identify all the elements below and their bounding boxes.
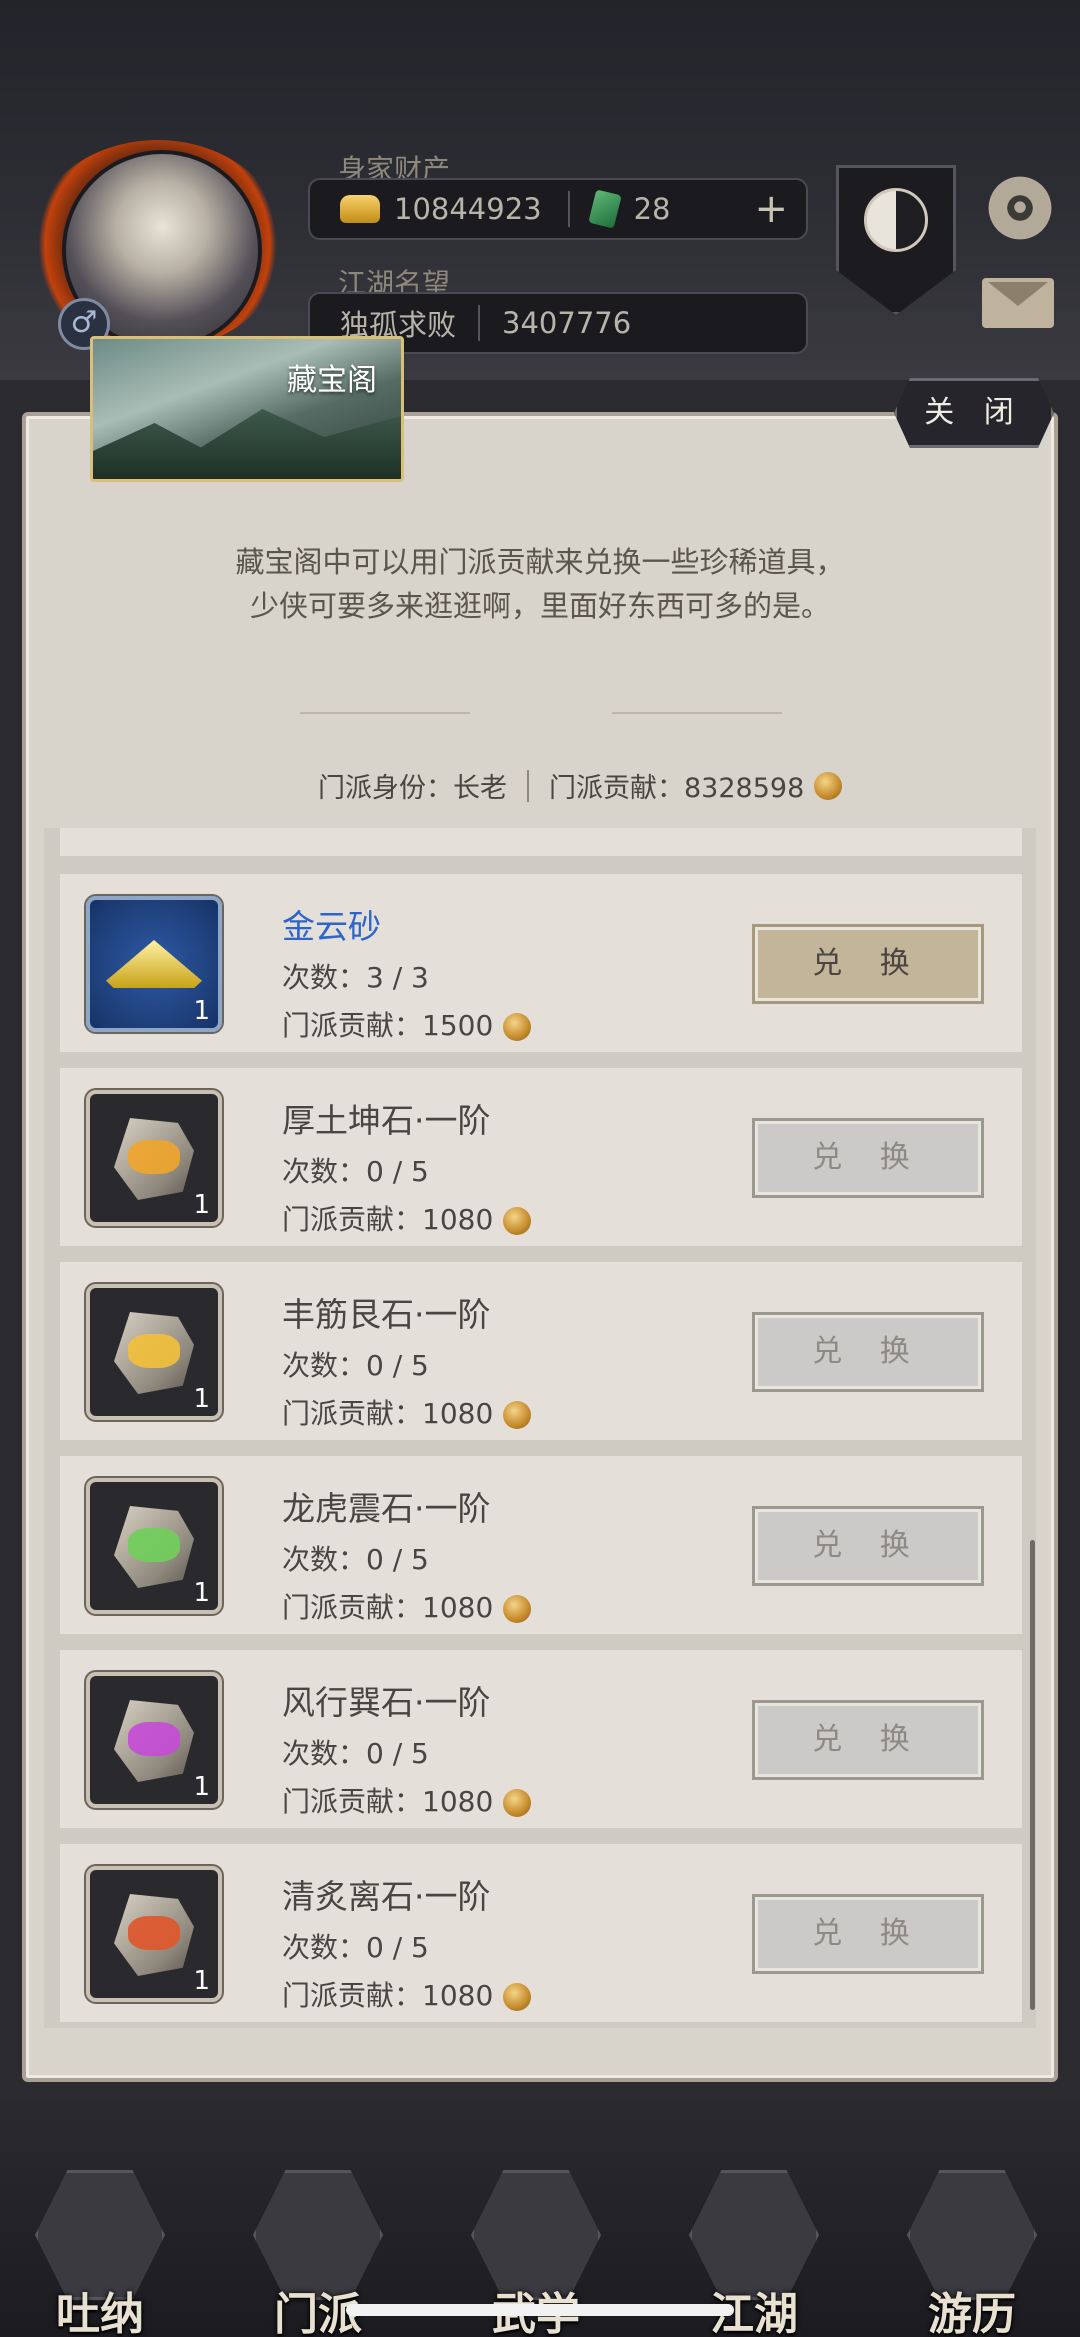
nav-label: 游历 xyxy=(928,2289,1016,2337)
item-quantity: 1 xyxy=(193,996,210,1026)
item-cost: 门派贡献：1500 xyxy=(282,1004,532,1044)
item-cost-text: 门派贡献：1080 xyxy=(282,1203,494,1236)
add-currency-button[interactable]: + xyxy=(754,189,788,229)
item-count: 次数：0 / 5 xyxy=(282,1349,429,1382)
exchange-button[interactable]: 兑 换 xyxy=(752,1118,984,1198)
divider xyxy=(478,305,481,341)
nav-travel[interactable]: 游历 xyxy=(902,2170,1042,2337)
intro-line-2: 少侠可要多来逛逛啊，里面好东西可多的是。 xyxy=(249,589,830,623)
item-cost-text: 门派贡献：1080 xyxy=(282,1785,494,1818)
taiji-icon xyxy=(864,188,928,252)
item-name: 丰筋艮石·一阶 xyxy=(282,1295,491,1334)
item-cost: 门派贡献：1080 xyxy=(282,1586,532,1626)
exchange-list[interactable]: 1 金云砂次数：3 / 3 门派贡献：1500 兑 换 1 厚土坤石·一阶次数：0 / 5… xyxy=(44,828,1036,2028)
rune-glow xyxy=(128,1334,180,1368)
item-name: 清炙离石·一阶 xyxy=(282,1877,491,1916)
rune-glow xyxy=(128,1528,180,1562)
item-cost-text: 门派贡献：1080 xyxy=(282,1397,494,1430)
exchange-button[interactable]: 兑 换 xyxy=(752,1894,984,1974)
tendon-stone-icon[interactable]: 1 xyxy=(86,1284,222,1420)
item-count: 次数：3 / 3 xyxy=(282,961,429,994)
wind-stone-icon[interactable]: 1 xyxy=(86,1672,222,1808)
item-cost-text: 门派贡献：1500 xyxy=(282,1009,494,1042)
earth-stone-icon[interactable]: 1 xyxy=(86,1090,222,1226)
modal-title: 藏宝阁 xyxy=(287,363,377,398)
dragon-tiger-stone-icon[interactable]: 1 xyxy=(86,1478,222,1614)
jade-icon xyxy=(587,189,622,229)
item-quantity: 1 xyxy=(193,1578,210,1608)
list-item: 1 风行巽石·一阶次数：0 / 5 门派贡献：1080 兑 换 xyxy=(60,1650,1022,1828)
item-cost: 门派贡献：1080 xyxy=(282,1198,532,1238)
divider xyxy=(527,769,529,802)
contribution-coin-icon xyxy=(503,1401,532,1429)
jade-amount: 28 xyxy=(633,192,671,226)
sand-pile-graphic xyxy=(106,940,202,988)
item-quantity: 1 xyxy=(193,1966,210,1996)
item-cost-text: 门派贡献：1080 xyxy=(282,1591,494,1624)
item-count: 次数：0 / 5 xyxy=(282,1931,429,1964)
rune-glow xyxy=(128,1916,180,1950)
list-item: 1 金云砂次数：3 / 3 门派贡献：1500 兑 换 xyxy=(60,874,1022,1052)
gold-sand-icon[interactable]: 1 xyxy=(86,896,222,1032)
item-quantity: 1 xyxy=(193,1190,210,1220)
item-cost: 门派贡献：1080 xyxy=(282,1392,532,1432)
exchange-button[interactable]: 兑 换 xyxy=(752,924,984,1004)
decorative-divider xyxy=(300,712,470,714)
list-item: 1 厚土坤石·一阶次数：0 / 5 门派贡献：1080 兑 换 xyxy=(60,1068,1022,1246)
bottom-nav: 吐纳门派武学江湖游历 xyxy=(0,2100,1080,2337)
divider xyxy=(567,191,570,227)
contribution-coin-icon xyxy=(503,1789,532,1817)
fame-value: 3407776 xyxy=(502,306,632,340)
fire-stone-icon[interactable]: 1 xyxy=(86,1866,222,2002)
gear-icon[interactable]: ⚙ xyxy=(980,168,1060,248)
item-name: 厚土坤石·一阶 xyxy=(282,1101,491,1140)
item-quantity: 1 xyxy=(193,1772,210,1802)
item-quantity: 1 xyxy=(193,1384,210,1414)
scrollbar[interactable] xyxy=(1030,1540,1035,2010)
sect-identity: 门派身份：长老 xyxy=(318,773,507,804)
contribution-coin-icon xyxy=(503,1983,532,2011)
item-name: 龙虎震石·一阶 xyxy=(282,1489,491,1528)
sect-status: 门派身份：长老 门派贡献：8328598 xyxy=(318,766,843,805)
item-name: 金云砂 xyxy=(282,907,381,946)
list-item-partial xyxy=(60,828,1022,856)
intro-text: 藏宝阁中可以用门派贡献来兑换一些珍稀道具， 少侠可要多来逛逛啊，里面好东西可多的… xyxy=(0,540,1080,628)
contribution-coin-icon xyxy=(503,1595,532,1623)
item-name: 风行巽石·一阶 xyxy=(282,1683,491,1722)
close-button[interactable]: 关 闭 xyxy=(894,378,1054,448)
contribution-coin-icon xyxy=(814,771,843,800)
decorative-divider xyxy=(612,712,782,714)
home-indicator[interactable] xyxy=(346,2304,734,2316)
nav-tuna[interactable]: 吐纳 xyxy=(30,2170,170,2337)
contribution-coin-icon xyxy=(503,1013,532,1041)
item-cost: 门派贡献：1080 xyxy=(282,1780,532,1820)
item-cost: 门派贡献：1080 xyxy=(282,1974,532,2014)
sect-contribution: 门派贡献：8328598 xyxy=(549,773,805,804)
top-hud: ♂ 身家财产 10844923 28 + 江湖名望 独孤求败 3407776 ⚙ xyxy=(0,0,1080,380)
exchange-button[interactable]: 兑 换 xyxy=(752,1700,984,1780)
nav-label: 吐纳 xyxy=(56,2289,144,2337)
item-count: 次数：0 / 5 xyxy=(282,1543,429,1576)
item-cost-text: 门派贡献：1080 xyxy=(282,1979,494,2012)
contribution-coin-icon xyxy=(503,1207,532,1235)
rune-glow xyxy=(128,1722,180,1756)
gold-amount: 10844923 xyxy=(394,192,542,226)
list-item: 1 龙虎震石·一阶次数：0 / 5 门派贡献：1080 兑 换 xyxy=(60,1456,1022,1634)
taiji-emblem-button[interactable] xyxy=(836,165,956,315)
mail-icon[interactable] xyxy=(982,278,1054,328)
gold-ingot-icon xyxy=(340,195,380,223)
list-item: 1 丰筋艮石·一阶次数：0 / 5 门派贡献：1080 兑 换 xyxy=(60,1262,1022,1440)
rune-glow xyxy=(128,1140,180,1174)
intro-line-1: 藏宝阁中可以用门派贡献来兑换一些珍稀道具， xyxy=(235,545,845,579)
modal-tab-image: 藏宝阁 xyxy=(90,336,404,482)
list-item: 1 清炙离石·一阶次数：0 / 5 门派贡献：1080 兑 换 xyxy=(60,1844,1022,2022)
item-count: 次数：0 / 5 xyxy=(282,1155,429,1188)
item-count: 次数：0 / 5 xyxy=(282,1737,429,1770)
exchange-button[interactable]: 兑 换 xyxy=(752,1312,984,1392)
landscape-image xyxy=(93,409,401,479)
exchange-button[interactable]: 兑 换 xyxy=(752,1506,984,1586)
wealth-bar: 10844923 28 + xyxy=(308,178,808,240)
